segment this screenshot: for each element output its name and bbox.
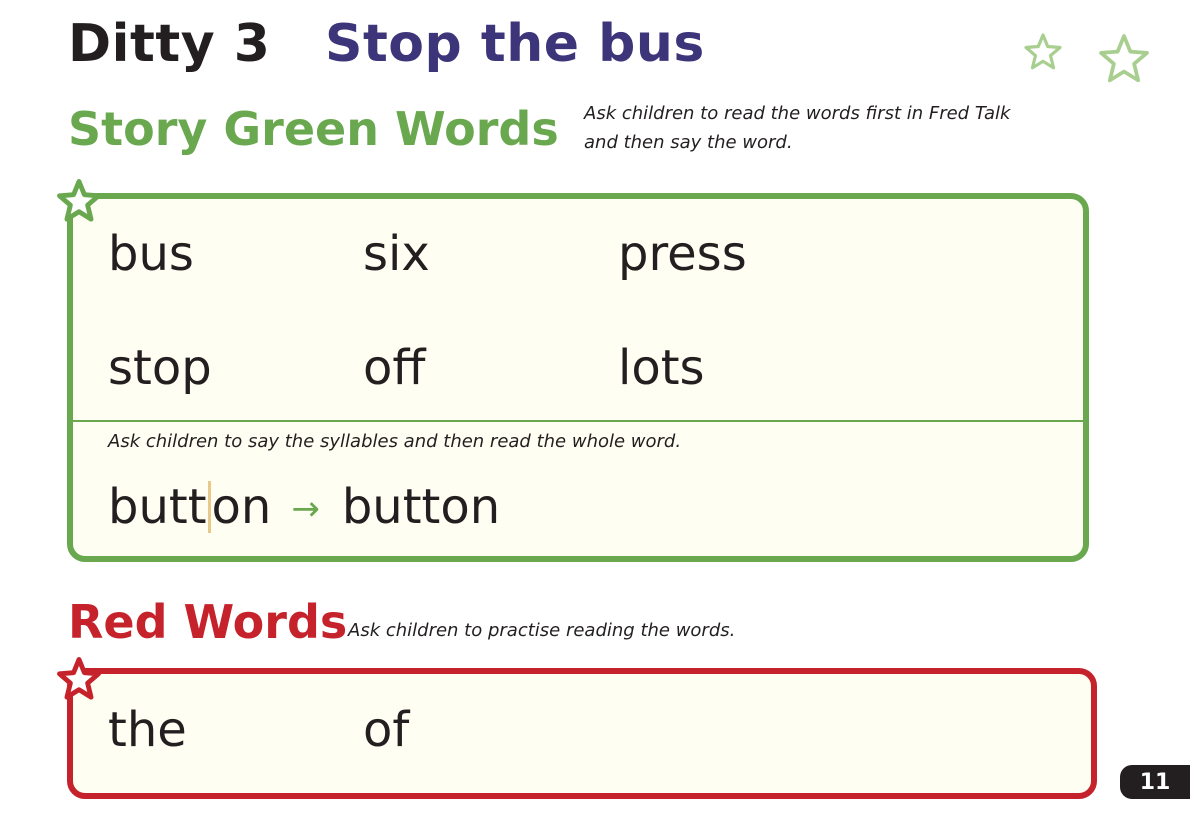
- star-icon: [57, 657, 101, 700]
- syllable-divider: [207, 481, 211, 533]
- arrow-right-icon: →: [291, 489, 320, 529]
- red-words-box: [67, 668, 1097, 799]
- ditty-number: Ditty 3: [68, 14, 271, 74]
- page-number: 11: [1120, 765, 1190, 799]
- red-word: of: [363, 702, 410, 758]
- green-word: lots: [618, 340, 705, 396]
- green-word: six: [363, 226, 430, 282]
- section-divider: [73, 420, 1089, 422]
- green-word: bus: [108, 226, 194, 282]
- green-word: press: [618, 226, 747, 282]
- star-icon: [1099, 34, 1149, 83]
- syllable-word-row: butt on → button: [108, 481, 500, 533]
- red-words-instruction: Ask children to practise reading the wor…: [348, 620, 736, 641]
- star-icon: [1024, 33, 1062, 70]
- story-title: Stop the bus: [325, 14, 705, 74]
- red-words-heading: Red Words: [68, 595, 348, 649]
- syllable-part: on: [211, 479, 272, 535]
- red-word: the: [108, 702, 187, 758]
- green-word: stop: [108, 340, 212, 396]
- star-icon: [57, 179, 101, 222]
- green-word: off: [363, 340, 426, 396]
- whole-word: button: [341, 479, 501, 535]
- green-words-instruction: Ask children to read the words first in …: [584, 103, 1011, 153]
- syllable-part: butt: [108, 479, 207, 535]
- syllable-instruction: Ask children to say the syllables and th…: [108, 431, 682, 452]
- green-words-heading: Story Green Words: [68, 102, 559, 156]
